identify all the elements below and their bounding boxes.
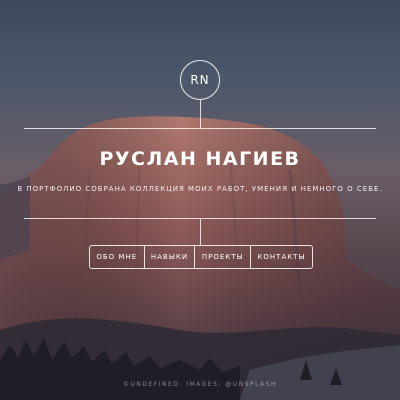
logo-initials: RN — [190, 73, 210, 87]
nav-item-projects[interactable]: ПРОЕКТЫ — [195, 246, 252, 268]
divider-vertical-top — [200, 100, 201, 128]
page-title: РУСЛАН НАГИЕВ — [99, 148, 301, 170]
nav-item-skills[interactable]: НАВЫКИ — [145, 246, 196, 268]
main-nav: ОБО МНЕ НАВЫКИ ПРОЕКТЫ КОНТАКТЫ — [89, 245, 313, 269]
nav-item-contacts[interactable]: КОНТАКТЫ — [251, 246, 312, 268]
divider-vertical-bottom — [200, 219, 201, 245]
hero-section: RN РУСЛАН НАГИЕВ В ПОРТФОЛИО СОБРАНА КОЛ… — [0, 0, 400, 400]
page-description: В ПОРТФОЛИО СОБРАНА КОЛЛЕКЦИЯ МОИХ РАБОТ… — [17, 185, 383, 193]
footer-credit: ©UNDEFINED. IMAGES: @UNSPLASH — [122, 381, 278, 388]
logo[interactable]: RN — [180, 60, 220, 100]
nav-item-about[interactable]: ОБО МНЕ — [90, 246, 145, 268]
divider-horizontal-top — [24, 128, 376, 129]
